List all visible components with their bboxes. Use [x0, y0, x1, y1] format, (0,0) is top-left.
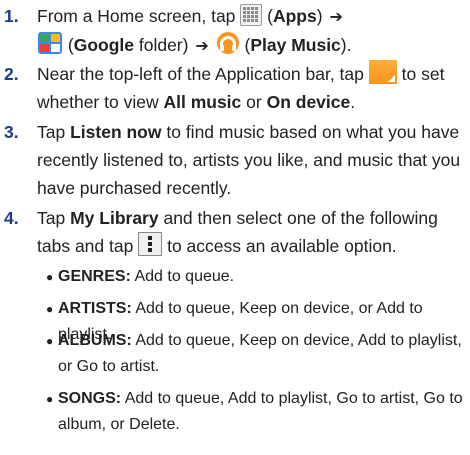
list-item: ● SONGS: Add to queue, Add to playlist, …	[46, 386, 466, 438]
on-device-label: On device	[266, 92, 351, 112]
manual-page: 1. From a Home screen, tap (Apps) ➔ (Goo…	[0, 0, 470, 455]
step-number: 3.	[4, 122, 19, 142]
view-dropdown-icon	[368, 60, 397, 84]
step-text-part: folder)	[138, 35, 189, 55]
step-text-part: Near the top-left of the Application bar…	[37, 64, 364, 84]
step-text-part: or	[246, 92, 262, 112]
tab-label: GENRES:	[58, 268, 131, 285]
step-text: Tap Listen now to find music based on wh…	[37, 118, 467, 202]
list-item: ● ALBUMS: Add to queue, Keep on device, …	[46, 328, 466, 380]
play-music-label: Play Music	[250, 35, 341, 55]
arrow-icon: ➔	[329, 7, 343, 26]
list-item: ● ARTISTS: Add to queue, Keep on device,…	[46, 296, 466, 343]
all-music-label: All music	[163, 92, 242, 112]
arrow-icon: ➔	[195, 36, 209, 55]
step-text-part: ).	[340, 35, 352, 55]
bullet-icon: ●	[46, 270, 54, 284]
apps-label: Apps	[272, 6, 317, 26]
step-text-part: .	[350, 92, 356, 112]
apps-grid-icon	[240, 4, 263, 26]
step-number: 1.	[4, 6, 19, 26]
bullet-icon: ●	[46, 302, 54, 316]
bullet-icon: ●	[46, 334, 54, 348]
google-folder-icon	[37, 31, 63, 55]
step-text-part: Tap	[37, 208, 66, 228]
step-number: 2.	[4, 64, 19, 84]
tab-label: SONGS:	[58, 390, 122, 407]
list-item: ● GENRES: Add to queue.	[46, 264, 466, 290]
step-text: Tap My Library and then select one of th…	[37, 204, 467, 260]
step-text-part: From a Home screen, tap	[37, 6, 236, 26]
step-number: 4.	[4, 208, 19, 228]
step-text-part: to access an available option.	[167, 236, 397, 256]
google-label: Google	[73, 35, 134, 55]
step-text: From a Home screen, tap (Apps) ➔ (Google…	[37, 4, 352, 55]
bullet-icon: ●	[46, 392, 54, 406]
listen-now-label: Listen now	[70, 122, 162, 142]
menu-options-icon	[138, 232, 163, 256]
play-music-icon	[216, 31, 240, 55]
step-text: Near the top-left of the Application bar…	[37, 60, 467, 116]
tab-options: Add to queue.	[134, 268, 235, 285]
tab-label: ALBUMS:	[58, 332, 132, 349]
tab-label: ARTISTS:	[58, 300, 132, 317]
my-library-label: My Library	[70, 208, 159, 228]
step-text-part: Tap	[37, 122, 66, 142]
